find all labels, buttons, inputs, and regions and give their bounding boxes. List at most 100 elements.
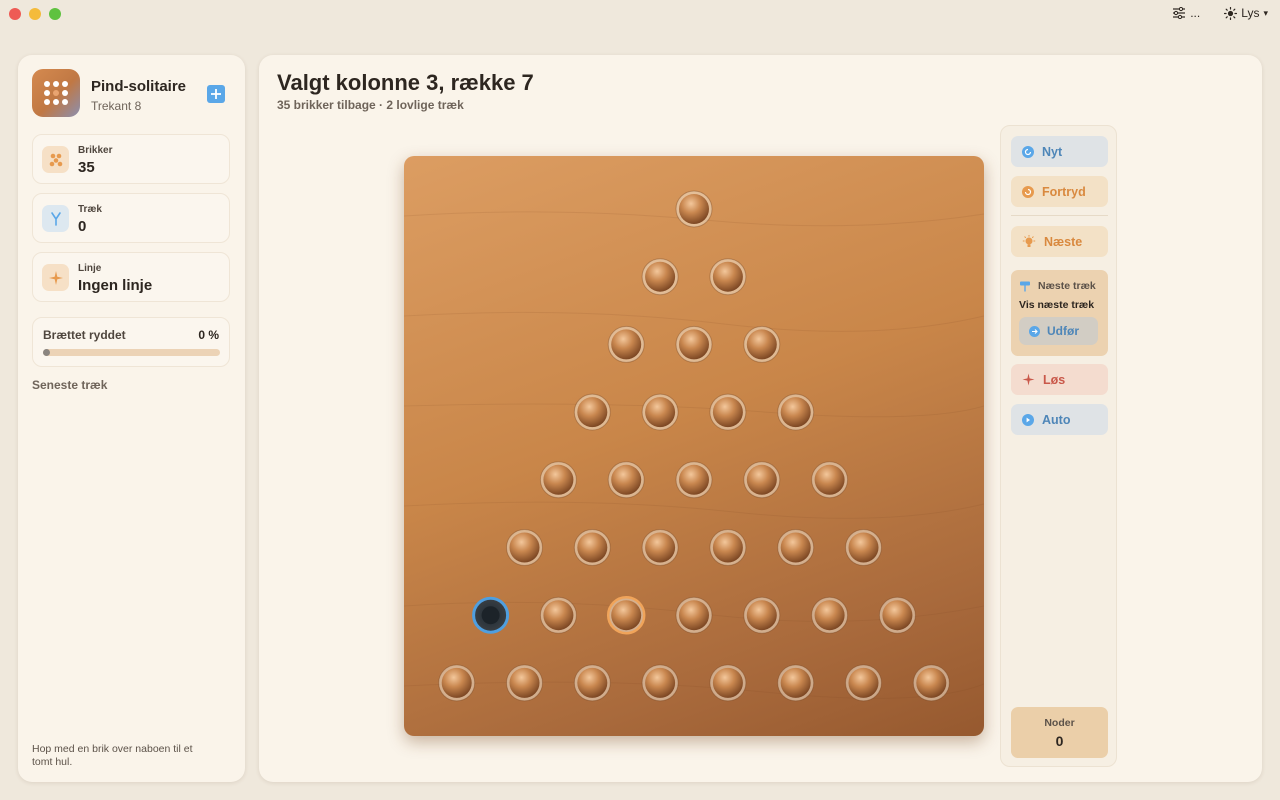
- stat-label: Brikker: [78, 145, 113, 156]
- board-peg[interactable]: [675, 325, 713, 363]
- board-hole[interactable]: [472, 596, 510, 634]
- board-peg[interactable]: [573, 664, 611, 702]
- app-subtitle: Trekant 8: [91, 99, 142, 113]
- board-peg[interactable]: [845, 664, 882, 702]
- board-peg[interactable]: [811, 596, 849, 634]
- board-peg[interactable]: [743, 461, 781, 499]
- board-peg[interactable]: [607, 461, 645, 499]
- stat-card-pegs: Brikker 35: [32, 134, 230, 184]
- new-game-button[interactable]: Nyt: [1011, 136, 1108, 167]
- stat-card-moves: Træk 0: [32, 193, 230, 243]
- stat-label: Træk: [78, 204, 102, 215]
- plus-icon: [211, 89, 221, 99]
- board-canvas: [404, 190, 984, 702]
- progress-bar: [43, 349, 220, 356]
- board-peg[interactable]: [709, 529, 747, 566]
- button-label: Nyt: [1042, 144, 1063, 159]
- signpost-icon: [1020, 281, 1030, 292]
- theme-menu-button[interactable]: Lys ▾: [1224, 6, 1268, 20]
- page-title: Valgt kolonne 3, række 7: [277, 70, 534, 95]
- next-hint-button[interactable]: Næste: [1011, 226, 1108, 257]
- board-peg[interactable]: [539, 461, 577, 499]
- board-peg[interactable]: [777, 664, 815, 702]
- app-header: Pind-solitaire Trekant 8: [32, 69, 232, 119]
- board-peg[interactable]: [743, 325, 781, 363]
- board-peg[interactable]: [506, 664, 543, 702]
- solve-button[interactable]: Løs: [1011, 364, 1108, 395]
- board-peg[interactable]: [777, 393, 815, 431]
- app-title: Pind-solitaire: [91, 78, 187, 95]
- play-icon: [1022, 413, 1034, 426]
- settings-menu-button[interactable]: ...: [1172, 6, 1200, 20]
- board-peg[interactable]: [845, 529, 882, 566]
- action-panel: Nyt Fortryd Næste Næste træk Vis næste t…: [1000, 125, 1117, 767]
- sidebar: Pind-solitaire Trekant 8 Brikker 35 Træk…: [18, 55, 245, 782]
- close-window-button[interactable]: [9, 8, 21, 20]
- selected-peg[interactable]: [606, 595, 646, 635]
- nodes-counter: Noder 0: [1011, 707, 1108, 758]
- board-peg[interactable]: [539, 596, 577, 634]
- board-peg[interactable]: [811, 461, 849, 499]
- board-peg[interactable]: [878, 596, 916, 634]
- progress-fill: [43, 349, 50, 356]
- execute-hint-button[interactable]: Udfør: [1019, 317, 1098, 345]
- hint-box-text: Vis næste træk: [1019, 299, 1095, 311]
- main-panel: Valgt kolonne 3, række 7 35 brikker tilb…: [259, 55, 1262, 782]
- board-peg[interactable]: [641, 529, 679, 566]
- chevron-down-icon: ▾: [1263, 7, 1268, 18]
- board-peg[interactable]: [573, 529, 611, 566]
- window-titlebar: ... Lys ▾: [0, 0, 1280, 30]
- board-peg[interactable]: [912, 664, 950, 702]
- next-move-hint-box: Næste træk Vis næste træk Udfør: [1011, 270, 1108, 356]
- board-peg[interactable]: [607, 325, 645, 363]
- board-peg[interactable]: [641, 258, 679, 296]
- new-board-button[interactable]: [207, 85, 225, 103]
- board-peg[interactable]: [506, 529, 543, 566]
- progress-label: Brættet ryddet: [43, 328, 126, 342]
- board-peg[interactable]: [641, 664, 679, 702]
- divider: [1011, 215, 1108, 216]
- board-peg[interactable]: [709, 664, 747, 702]
- sparkle-icon: [1022, 373, 1035, 386]
- refresh-icon: [1022, 145, 1034, 158]
- button-label: Auto: [1042, 412, 1071, 427]
- board-peg[interactable]: [675, 461, 713, 499]
- pegs-icon: [42, 146, 69, 173]
- sun-icon: [1224, 6, 1238, 20]
- progress-card: Brættet ryddet 0 %: [32, 317, 230, 367]
- bulb-icon: [1022, 234, 1036, 249]
- game-board[interactable]: [404, 156, 984, 736]
- stat-label: Linje: [78, 263, 102, 274]
- maximize-window-button[interactable]: [49, 8, 61, 20]
- hint-box-title: Næste træk: [1019, 280, 1096, 292]
- fork-icon: [42, 205, 69, 232]
- peg-grid-icon: [44, 81, 68, 105]
- minimize-window-button[interactable]: [29, 8, 41, 20]
- board-peg[interactable]: [777, 529, 815, 566]
- button-label: Løs: [1043, 372, 1066, 387]
- auto-play-button[interactable]: Auto: [1011, 404, 1108, 435]
- board-peg[interactable]: [709, 258, 747, 296]
- stat-value: Ingen linje: [78, 277, 153, 294]
- arrow-right-circle-icon: [1029, 325, 1040, 337]
- rules-hint: Hop med en brik over naboen til et tomt …: [32, 743, 193, 768]
- sliders-icon: [1173, 7, 1186, 19]
- board-peg[interactable]: [743, 596, 781, 634]
- board-peg[interactable]: [675, 596, 713, 634]
- recent-moves-heading: Seneste træk: [32, 378, 108, 392]
- board-peg[interactable]: [641, 393, 679, 431]
- undo-button[interactable]: Fortryd: [1011, 176, 1108, 207]
- progress-percent: 0 %: [198, 328, 219, 342]
- app-logo: [32, 69, 80, 117]
- nodes-value: 0: [1055, 733, 1064, 749]
- stat-card-line: Linje Ingen linje: [32, 252, 230, 302]
- stat-value: 35: [78, 159, 95, 176]
- board-peg[interactable]: [675, 190, 713, 228]
- stat-value: 0: [78, 218, 87, 235]
- board-peg[interactable]: [438, 664, 476, 702]
- theme-label: Lys: [1241, 6, 1260, 20]
- board-peg[interactable]: [709, 393, 747, 431]
- button-label: Fortryd: [1042, 184, 1086, 199]
- board-peg[interactable]: [573, 393, 611, 431]
- page-subtitle: 35 brikker tilbage · 2 lovlige træk: [277, 98, 464, 112]
